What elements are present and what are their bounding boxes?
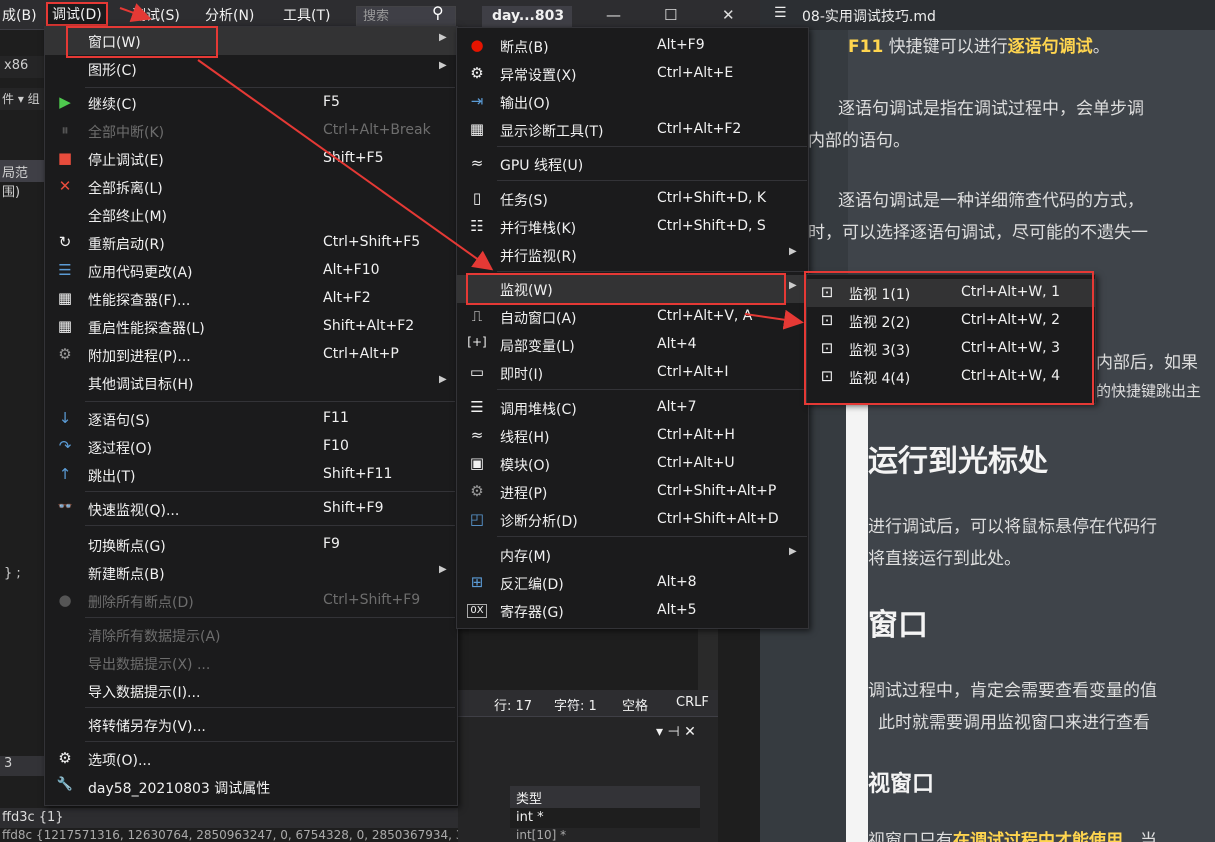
annotation-arrows [119, 3, 804, 330]
arrow-3 [744, 309, 804, 330]
arrow-2 [197, 59, 494, 271]
arrow-1 [119, 3, 152, 23]
